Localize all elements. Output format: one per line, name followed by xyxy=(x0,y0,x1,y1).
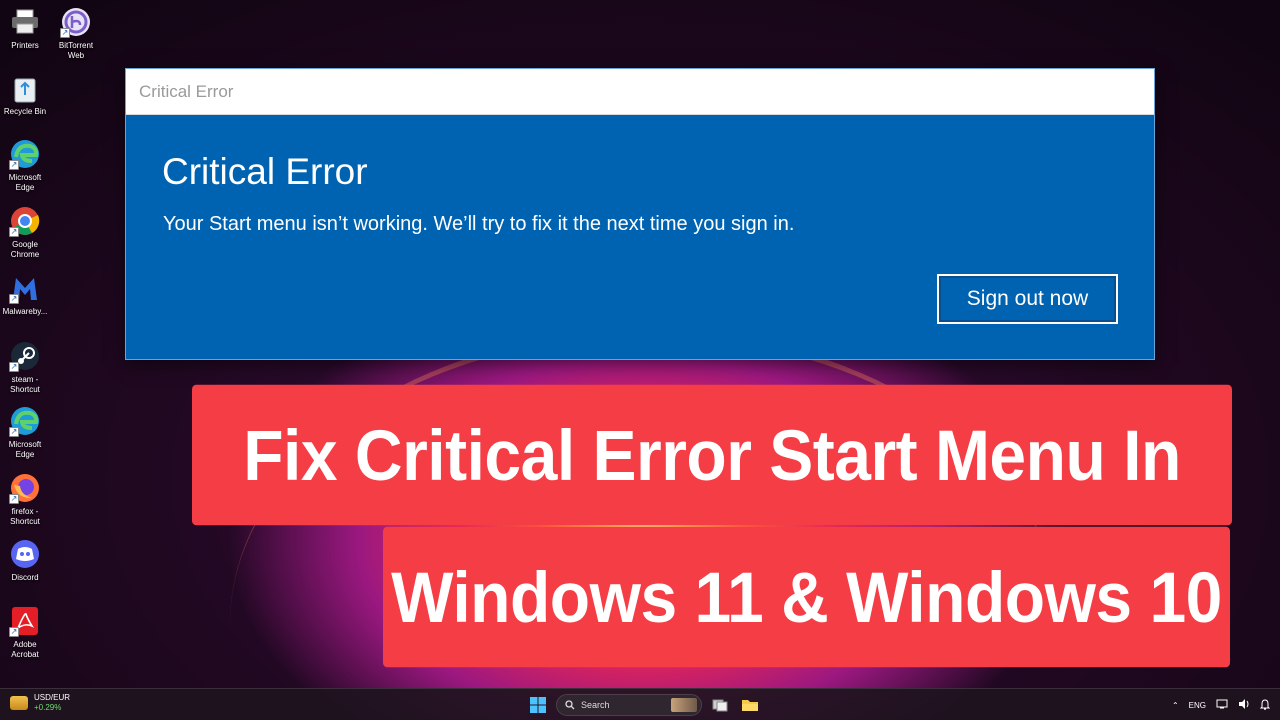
malwarebytes-icon: ↗ xyxy=(9,272,41,304)
chevron-up-icon[interactable]: ⌃ xyxy=(1172,701,1179,710)
acrobat-icon: ↗ xyxy=(9,605,41,637)
currency-icon xyxy=(10,696,28,710)
notification-bell-icon[interactable] xyxy=(1259,698,1271,712)
bittorrent-icon: ↗ xyxy=(60,6,92,38)
desktop-icon-malwarebytes[interactable]: ↗ Malwareby... xyxy=(0,272,53,317)
shortcut-arrow-icon: ↗ xyxy=(9,494,19,504)
critical-error-dialog: Critical Error Critical Error Your Start… xyxy=(125,68,1155,360)
dialog-heading: Critical Error xyxy=(162,151,368,192)
task-view-button[interactable] xyxy=(708,693,732,717)
desktop-icon-label: Microsoft Edge xyxy=(8,173,42,192)
edge-icon: ↗ xyxy=(9,138,41,170)
title-banner-line-1: Fix Critical Error Start Menu In xyxy=(192,384,1232,526)
windows-logo-icon xyxy=(530,697,546,713)
printer-icon xyxy=(9,6,41,38)
system-tray: ⌃ ENG xyxy=(1172,693,1271,717)
shortcut-arrow-icon: ↗ xyxy=(9,227,19,237)
shortcut-arrow-icon: ↗ xyxy=(9,427,19,437)
title-banner-line-2: Windows 11 & Windows 10 xyxy=(383,526,1230,668)
taskbar-center: Search xyxy=(526,693,762,717)
taskbar: USD/EUR +0.29% Search ⌃ ENG xyxy=(0,688,1280,720)
desktop-icon-label: Google Chrome xyxy=(10,240,40,259)
desktop-icon-acrobat[interactable]: ↗ Adobe Acrobat xyxy=(0,605,53,660)
shortcut-arrow-icon: ↗ xyxy=(9,294,19,304)
desktop-icon-label: steam - Shortcut xyxy=(10,375,40,394)
recycle-bin-icon xyxy=(9,72,41,104)
desktop-icon-printers[interactable]: Printers xyxy=(0,6,53,51)
desktop-icon-label: Microsoft Edge xyxy=(8,440,42,459)
start-button[interactable] xyxy=(526,693,550,717)
widget-change: +0.29% xyxy=(34,703,62,712)
shortcut-arrow-icon: ↗ xyxy=(60,28,70,38)
search-highlight-image xyxy=(671,698,697,712)
file-explorer-button[interactable] xyxy=(738,693,762,717)
task-view-icon xyxy=(712,699,728,712)
widget-title: USD/EUR xyxy=(34,693,71,702)
taskbar-search[interactable]: Search xyxy=(556,694,702,716)
currency-widget[interactable]: USD/EUR +0.29% xyxy=(10,693,70,713)
discord-icon xyxy=(9,538,41,570)
desktop-icon-label: Adobe Acrobat xyxy=(11,640,39,659)
search-placeholder: Search xyxy=(581,700,610,710)
desktop-icon-recycle-bin[interactable]: Recycle Bin xyxy=(0,72,53,117)
edge-icon: ↗ xyxy=(9,405,41,437)
desktop-icon-chrome[interactable]: ↗ Google Chrome xyxy=(0,205,53,260)
search-icon xyxy=(565,700,575,710)
desktop-icon-label: Malwareby... xyxy=(2,307,48,316)
volume-icon[interactable] xyxy=(1238,699,1250,711)
desktop-icon-label: Discord xyxy=(11,573,39,582)
folder-icon xyxy=(742,700,758,711)
dialog-message: Your Start menu isn’t working. We’ll try… xyxy=(163,213,795,235)
firefox-icon: ↗ xyxy=(9,472,41,504)
shortcut-arrow-icon: ↗ xyxy=(9,627,19,637)
desktop-icon-steam[interactable]: ↗ steam - Shortcut xyxy=(0,340,53,395)
desktop-icon-label: Recycle Bin xyxy=(3,107,47,116)
dialog-window-title: Critical Error xyxy=(139,81,234,101)
shortcut-arrow-icon: ↗ xyxy=(9,362,19,372)
chrome-icon: ↗ xyxy=(9,205,41,237)
desktop-icon-edge[interactable]: ↗ Microsoft Edge xyxy=(0,138,53,193)
desktop-icon-label: BitTorrent Web xyxy=(58,41,94,60)
desktop-icon-firefox[interactable]: ↗ firefox - Shortcut xyxy=(0,472,53,527)
network-icon[interactable] xyxy=(1216,699,1228,711)
steam-icon: ↗ xyxy=(9,340,41,372)
desktop-icon-label: firefox - Shortcut xyxy=(10,507,40,526)
dialog-titlebar[interactable]: Critical Error xyxy=(126,69,1154,115)
desktop-icon-discord[interactable]: Discord xyxy=(0,538,53,583)
desktop-icon-label: Printers xyxy=(11,41,39,50)
shortcut-arrow-icon: ↗ xyxy=(9,160,19,170)
language-indicator[interactable]: ENG xyxy=(1189,701,1206,710)
sign-out-now-button[interactable]: Sign out now xyxy=(936,273,1119,325)
desktop-icon-bittorrent[interactable]: ↗ BitTorrent Web xyxy=(48,6,104,61)
desktop-icon-edge-2[interactable]: ↗ Microsoft Edge xyxy=(0,405,53,460)
